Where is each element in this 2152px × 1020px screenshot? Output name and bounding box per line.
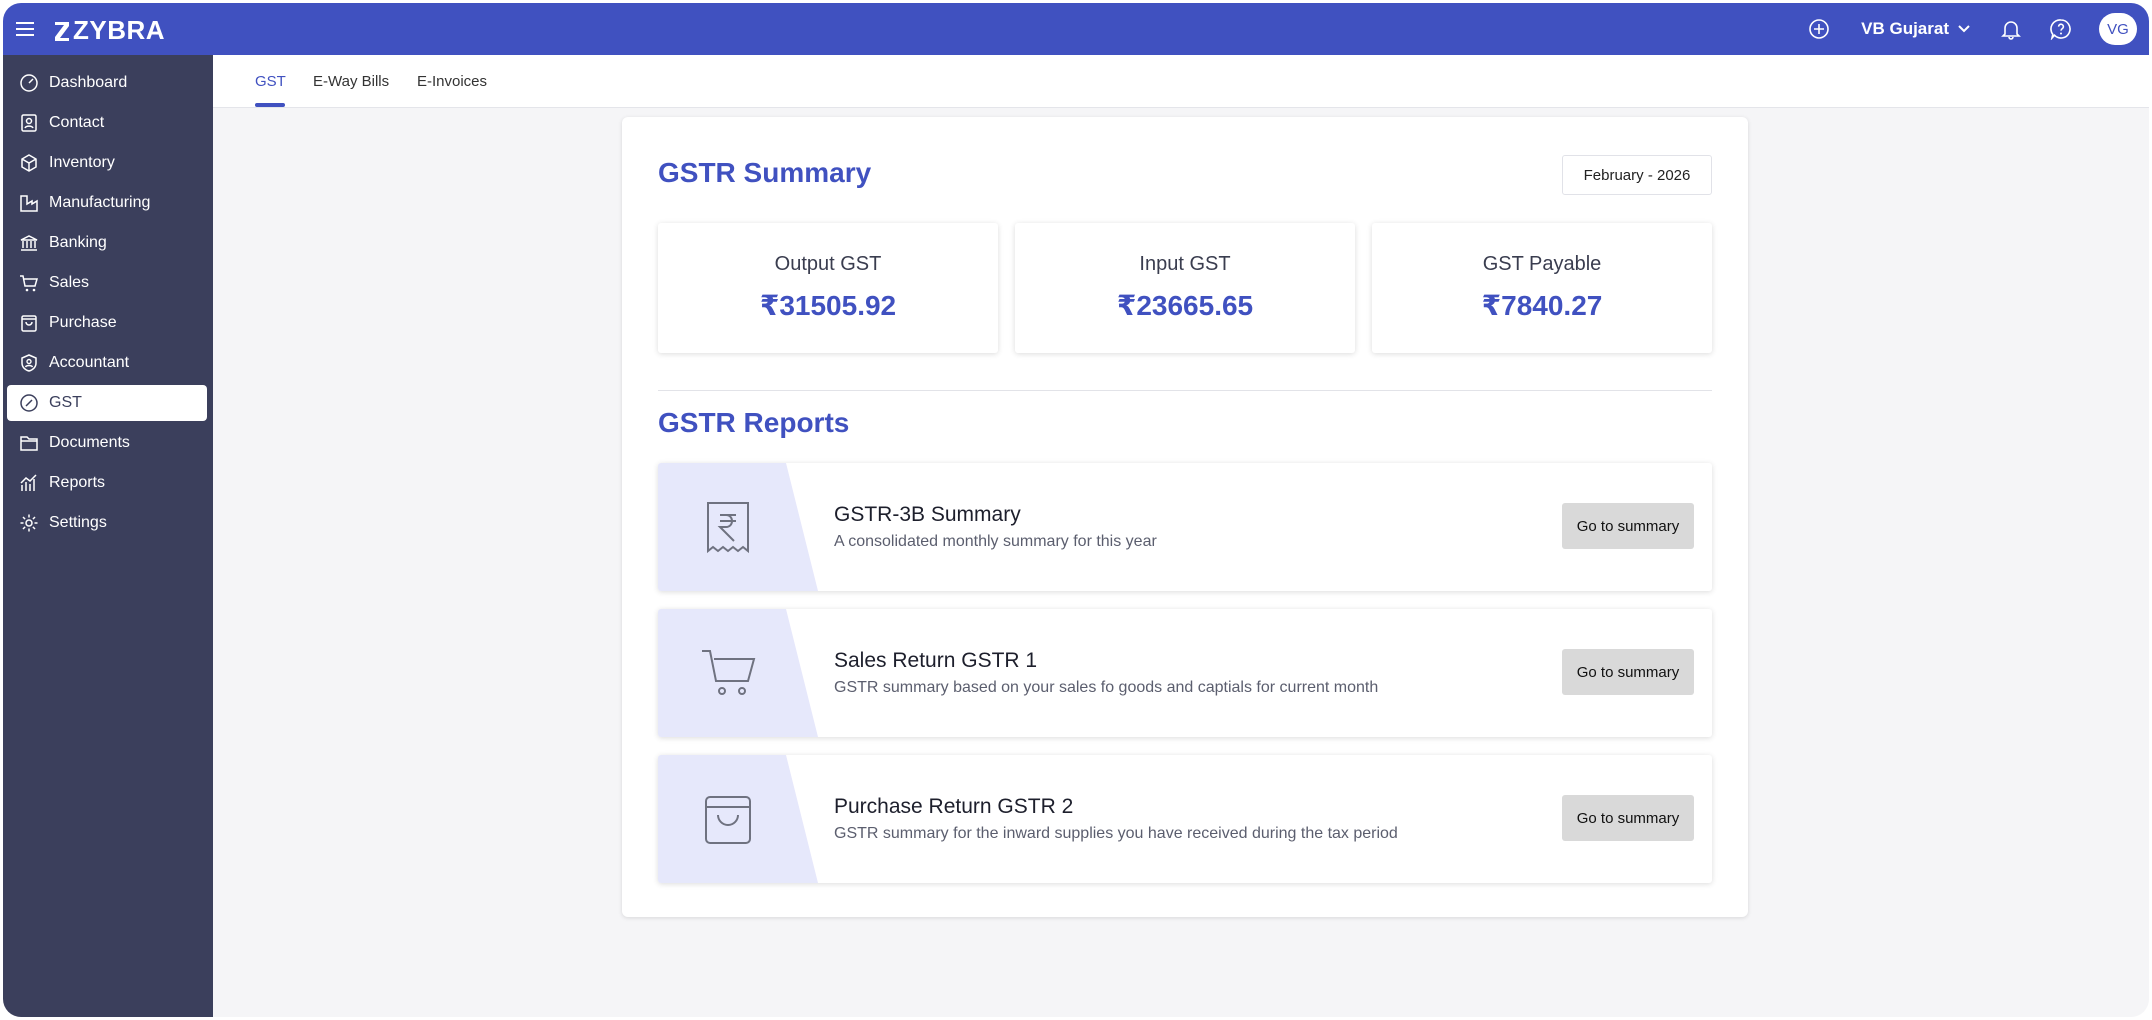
report-description: GSTR summary based on your sales fo good…: [834, 679, 1379, 696]
add-circle-icon[interactable]: [1807, 17, 1831, 41]
shield-user-icon: [17, 351, 41, 375]
sidebar-item-reports[interactable]: Reports: [7, 465, 207, 501]
sidebar-item-label: Dashboard: [49, 74, 128, 91]
sidebar-item-label: Manufacturing: [49, 194, 151, 211]
sidebar-item-accountant[interactable]: Accountant: [7, 345, 207, 381]
contact-card-icon: [17, 111, 41, 135]
gauge-icon: [17, 71, 41, 95]
section-divider: [658, 390, 1712, 391]
receipt-rupee-icon: [707, 502, 749, 554]
sidebar-item-label: Sales: [49, 274, 90, 291]
stat-label: GST Payable: [1482, 253, 1602, 275]
zybra-logo-icon: [55, 21, 69, 41]
sidebar-item-banking[interactable]: Banking: [7, 225, 207, 261]
factory-icon: [17, 191, 41, 215]
go-to-summary-button[interactable]: Go to summary: [1562, 795, 1694, 841]
stat-value: ₹23665.65: [1116, 290, 1254, 321]
sidebar-item-purchase[interactable]: Purchase: [7, 305, 207, 341]
report-title: GSTR-3B Summary: [834, 503, 1021, 526]
cart-icon: [17, 271, 41, 295]
sidebar-item-label: Settings: [49, 514, 107, 531]
chart-icon: [17, 471, 41, 495]
go-to-summary-button[interactable]: Go to summary: [1562, 503, 1694, 549]
stat-card-gst-payable: GST Payable ₹7840.27: [1372, 223, 1712, 353]
organization-switcher[interactable]: VB Gujarat: [1861, 19, 1971, 39]
percent-circle-icon: [17, 391, 41, 415]
report-card-sales-return: Sales Return GSTR 1 GSTR summary based o…: [658, 609, 1712, 737]
top-bar: ZYBRA VB Gujarat VG: [3, 3, 2149, 55]
cart-icon: [702, 650, 756, 695]
help-chat-icon[interactable]: [2049, 17, 2073, 41]
stat-value: ₹31505.92: [759, 290, 897, 321]
report-title: Purchase Return GSTR 2: [834, 795, 1074, 818]
sidebar-item-dashboard[interactable]: Dashboard: [7, 65, 207, 101]
report-description: A consolidated monthly summary for this …: [834, 533, 1157, 550]
sidebar-item-documents[interactable]: Documents: [7, 425, 207, 461]
bag-icon: [17, 311, 41, 335]
app-frame: ZYBRA VB Gujarat VG Dashboard Contact In…: [3, 3, 2149, 1017]
sidebar-item-label: Contact: [49, 114, 105, 131]
sidebar-item-contact[interactable]: Contact: [7, 105, 207, 141]
stat-card-output-gst: Output GST ₹31505.92: [658, 223, 998, 353]
hamburger-menu-icon[interactable]: [15, 19, 35, 39]
report-card-gstr-3b: GSTR-3B Summary A consolidated monthly s…: [658, 463, 1712, 591]
brand-logo[interactable]: ZYBRA: [53, 15, 165, 46]
sidebar: Dashboard Contact Inventory Manufacturin…: [3, 55, 213, 1017]
sidebar-item-label: Reports: [49, 474, 106, 491]
shopping-bag-icon: [705, 796, 751, 844]
gear-icon: [17, 511, 41, 535]
period-selector[interactable]: February - 2026: [1562, 155, 1712, 195]
top-bar-actions: VB Gujarat VG: [1807, 3, 2137, 55]
summary-title: GSTR Summary: [658, 157, 872, 188]
report-description: GSTR summary for the inward supplies you…: [834, 825, 1398, 842]
organization-name: VB Gujarat: [1861, 19, 1949, 38]
sidebar-item-inventory[interactable]: Inventory: [7, 145, 207, 181]
go-to-summary-button[interactable]: Go to summary: [1562, 649, 1694, 695]
sidebar-item-settings[interactable]: Settings: [7, 505, 207, 541]
tab-gst[interactable]: GST: [255, 73, 286, 90]
stat-card-input-gst: Input GST ₹23665.65: [1015, 223, 1355, 353]
folder-icon: [17, 431, 41, 455]
sidebar-item-label: Inventory: [49, 154, 115, 171]
report-title: Sales Return GSTR 1: [834, 649, 1038, 672]
tab-e-invoices[interactable]: E-Invoices: [417, 73, 487, 90]
user-avatar[interactable]: VG: [2099, 13, 2137, 45]
active-tab-indicator: [255, 103, 285, 107]
sidebar-item-label: GST: [49, 394, 82, 411]
sidebar-item-gst[interactable]: GST: [7, 385, 207, 421]
sidebar-item-sales[interactable]: Sales: [7, 265, 207, 301]
stat-value: ₹7840.27: [1481, 290, 1603, 321]
sidebar-item-label: Purchase: [49, 314, 117, 331]
sidebar-item-label: Accountant: [49, 354, 130, 371]
gst-panel: GSTR Summary February - 2026 Output GST …: [622, 117, 1748, 917]
tab-e-way-bills[interactable]: E-Way Bills: [313, 73, 389, 90]
report-card-purchase-return: Purchase Return GSTR 2 GSTR summary for …: [658, 755, 1712, 883]
chevron-down-icon: [1958, 25, 1970, 33]
sidebar-item-label: Banking: [49, 234, 107, 251]
stat-label: Output GST: [774, 253, 882, 275]
brand-name: ZYBRA: [73, 15, 166, 45]
tab-bar: GST E-Way Bills E-Invoices: [213, 55, 2149, 108]
bell-icon[interactable]: [1999, 17, 2023, 41]
sidebar-item-label: Documents: [49, 434, 130, 451]
reports-title: GSTR Reports: [658, 407, 850, 438]
sidebar-item-manufacturing[interactable]: Manufacturing: [7, 185, 207, 221]
stat-label: Input GST: [1139, 253, 1231, 275]
bank-icon: [17, 231, 41, 255]
box-icon: [17, 151, 41, 175]
